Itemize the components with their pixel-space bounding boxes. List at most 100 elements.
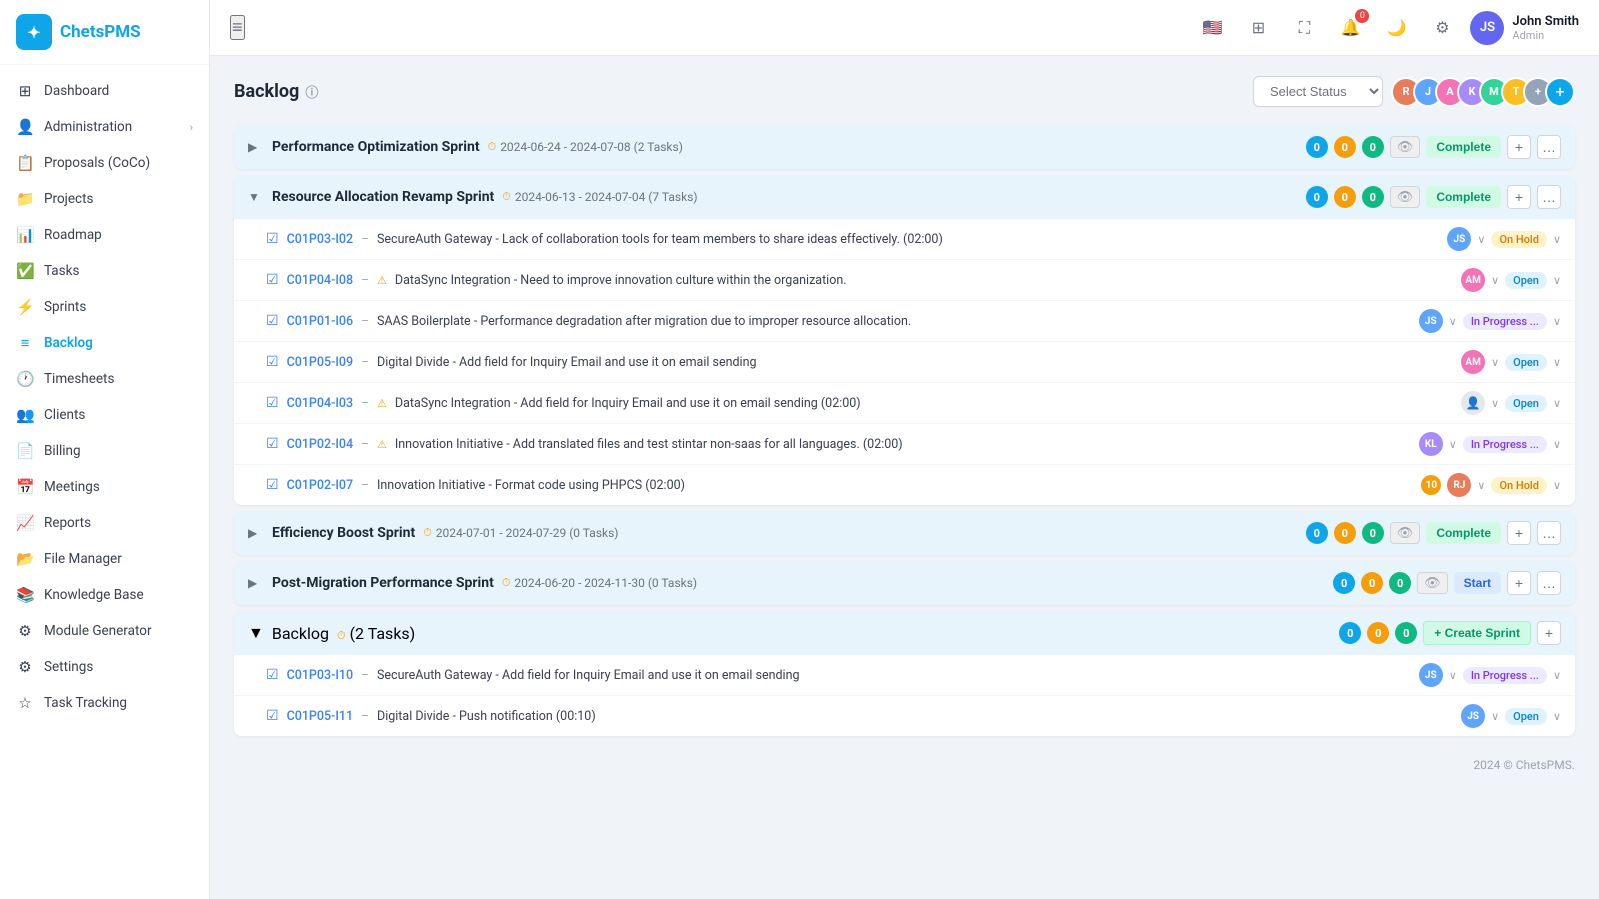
task-chevron[interactable]: ∨: [1491, 356, 1499, 369]
sidebar-item-knowledge-base[interactable]: 📚 Knowledge Base: [0, 577, 209, 613]
task-id[interactable]: C01P01-I06: [287, 314, 354, 329]
sprint-eye-button-sprint1[interactable]: 👁: [1390, 136, 1421, 158]
settings-gear-button[interactable]: ⚙: [1426, 12, 1458, 44]
sidebar-item-roadmap[interactable]: 📊 Roadmap: [0, 217, 209, 253]
task-status-dropdown[interactable]: ∨: [1553, 669, 1561, 682]
task-chevron[interactable]: ∨: [1449, 438, 1457, 451]
task-id[interactable]: C01P04-I03: [287, 396, 354, 411]
sidebar-item-proposals[interactable]: 📋 Proposals (CoCo): [0, 145, 209, 181]
sidebar-item-billing[interactable]: 📄 Billing: [0, 433, 209, 469]
task-id[interactable]: C01P05-I11: [287, 709, 354, 724]
status-select[interactable]: Select Status: [1253, 76, 1383, 107]
task-status-badge[interactable]: In Progress ...: [1463, 667, 1547, 684]
dark-mode-button[interactable]: 🌙: [1380, 12, 1412, 44]
logo[interactable]: ✦ ChetsPMS: [0, 0, 209, 65]
sprint-add-button-sprint2[interactable]: +: [1507, 185, 1531, 209]
apps-icon-button[interactable]: ⊞: [1242, 12, 1274, 44]
sidebar-item-projects[interactable]: 📁 Projects: [0, 181, 209, 217]
task-checkbox[interactable]: ☑: [266, 477, 279, 493]
task-chevron[interactable]: ∨: [1477, 233, 1485, 246]
task-status-dropdown[interactable]: ∨: [1553, 233, 1561, 246]
sidebar-label-tasks: Tasks: [44, 263, 79, 279]
sprint-header-sprint2[interactable]: ▼ Resource Allocation Revamp Sprint ⏱ 20…: [234, 175, 1575, 219]
sidebar-item-task-tracking[interactable]: ☆ Task Tracking: [0, 685, 209, 721]
sprint-header-sprint3[interactable]: ▶ Efficiency Boost Sprint ⏱ 2024-07-01 -…: [234, 511, 1575, 555]
task-checkbox[interactable]: ☑: [266, 708, 279, 724]
task-status-badge[interactable]: Open: [1505, 354, 1547, 371]
task-checkbox[interactable]: ☑: [266, 313, 279, 329]
task-checkbox[interactable]: ☑: [266, 395, 279, 411]
sprint-more-button-sprint3[interactable]: …: [1537, 521, 1561, 545]
hamburger-menu-button[interactable]: ≡: [230, 15, 245, 40]
sprint-status-button-sprint1[interactable]: Complete: [1426, 136, 1501, 158]
flag-icon-button[interactable]: 🇺🇸: [1196, 12, 1228, 44]
task-status-dropdown[interactable]: ∨: [1553, 315, 1561, 328]
sprint-status-button-sprint3[interactable]: Complete: [1426, 522, 1501, 544]
sprint-header-sprint4[interactable]: ▶ Post-Migration Performance Sprint ⏱ 20…: [234, 561, 1575, 605]
task-chevron[interactable]: ∨: [1491, 397, 1499, 410]
add-member-button[interactable]: +: [1545, 77, 1575, 107]
sidebar-item-meetings[interactable]: 📅 Meetings: [0, 469, 209, 505]
sprint-eye-button-sprint4[interactable]: 👁: [1417, 572, 1448, 594]
task-status-dropdown[interactable]: ∨: [1553, 710, 1561, 723]
task-chevron[interactable]: ∨: [1491, 274, 1499, 287]
sprint-header-right-sprint3: 0 0 0 👁 Complete + …: [1306, 521, 1561, 545]
sidebar-item-reports[interactable]: 📈 Reports: [0, 505, 209, 541]
sprint-status-button-sprint4[interactable]: Start: [1454, 572, 1501, 594]
task-id[interactable]: C01P02-I07: [287, 478, 354, 493]
task-checkbox[interactable]: ☑: [266, 272, 279, 288]
task-status-dropdown[interactable]: ∨: [1553, 438, 1561, 451]
task-id[interactable]: C01P04-I08: [287, 273, 354, 288]
sprint-more-button-sprint2[interactable]: …: [1537, 185, 1561, 209]
task-status-badge[interactable]: Open: [1505, 272, 1547, 289]
task-status-badge[interactable]: Open: [1505, 708, 1547, 725]
task-status-badge[interactable]: In Progress ...: [1463, 313, 1547, 330]
task-status-dropdown[interactable]: ∨: [1553, 356, 1561, 369]
sidebar-item-tasks[interactable]: ✅ Tasks: [0, 253, 209, 289]
task-status-badge[interactable]: On Hold: [1491, 477, 1546, 494]
task-status-dropdown[interactable]: ∨: [1553, 274, 1561, 287]
notifications-button[interactable]: 🔔 0: [1334, 12, 1366, 44]
task-status-badge[interactable]: On Hold: [1491, 231, 1546, 248]
sidebar-item-timesheets[interactable]: 🕐 Timesheets: [0, 361, 209, 397]
task-chevron[interactable]: ∨: [1477, 479, 1485, 492]
task-checkbox[interactable]: ☑: [266, 354, 279, 370]
sidebar-item-backlog[interactable]: ≡ Backlog: [0, 325, 209, 361]
task-status-dropdown[interactable]: ∨: [1553, 479, 1561, 492]
task-chevron[interactable]: ∨: [1449, 669, 1457, 682]
sidebar-item-file-manager[interactable]: 📂 File Manager: [0, 541, 209, 577]
task-checkbox[interactable]: ☑: [266, 436, 279, 452]
task-chevron[interactable]: ∨: [1449, 315, 1457, 328]
sprint-eye-button-sprint3[interactable]: 👁: [1390, 522, 1421, 544]
task-status-badge[interactable]: In Progress ...: [1463, 436, 1547, 453]
task-status-badge[interactable]: Open: [1505, 395, 1547, 412]
task-status-dropdown[interactable]: ∨: [1553, 397, 1561, 410]
sidebar-item-administration[interactable]: 👤 Administration ›: [0, 109, 209, 145]
sprint-status-button-sprint2[interactable]: Complete: [1426, 186, 1501, 208]
task-checkbox[interactable]: ☑: [266, 667, 279, 683]
sidebar-item-settings[interactable]: ⚙ Settings: [0, 649, 209, 685]
sprint-header-sprint1[interactable]: ▶ Performance Optimization Sprint ⏱ 2024…: [234, 125, 1575, 169]
fullscreen-icon-button[interactable]: ⛶: [1288, 12, 1320, 44]
task-id[interactable]: C01P05-I09: [287, 355, 354, 370]
sprint-add-button-sprint1[interactable]: +: [1507, 135, 1531, 159]
sidebar-item-module-generator[interactable]: ⚙ Module Generator: [0, 613, 209, 649]
create-sprint-button-backlog-section[interactable]: + Create Sprint: [1423, 621, 1531, 645]
user-menu[interactable]: JS John Smith Admin: [1470, 11, 1579, 45]
sprint-eye-button-sprint2[interactable]: 👁: [1390, 186, 1421, 208]
task-id[interactable]: C01P02-I04: [287, 437, 354, 452]
sidebar-item-dashboard[interactable]: ⊞ Dashboard: [0, 73, 209, 109]
task-separator: –: [361, 232, 369, 246]
task-chevron[interactable]: ∨: [1491, 710, 1499, 723]
sidebar-item-clients[interactable]: 👥 Clients: [0, 397, 209, 433]
task-checkbox[interactable]: ☑: [266, 231, 279, 247]
sprint-more-button-sprint4[interactable]: …: [1537, 571, 1561, 595]
sprint-add-button-backlog-section[interactable]: +: [1537, 621, 1561, 645]
task-id[interactable]: C01P03-I02: [287, 232, 354, 247]
sprint-add-button-sprint3[interactable]: +: [1507, 521, 1531, 545]
sprint-more-button-sprint1[interactable]: …: [1537, 135, 1561, 159]
sprint-header-backlog-section[interactable]: ▼ Backlog ⏱ (2 Tasks) 0 0 0 + Create Spr…: [234, 611, 1575, 655]
sprint-add-button-sprint4[interactable]: +: [1507, 571, 1531, 595]
task-id[interactable]: C01P03-I10: [287, 668, 354, 683]
sidebar-item-sprints[interactable]: ⚡ Sprints: [0, 289, 209, 325]
